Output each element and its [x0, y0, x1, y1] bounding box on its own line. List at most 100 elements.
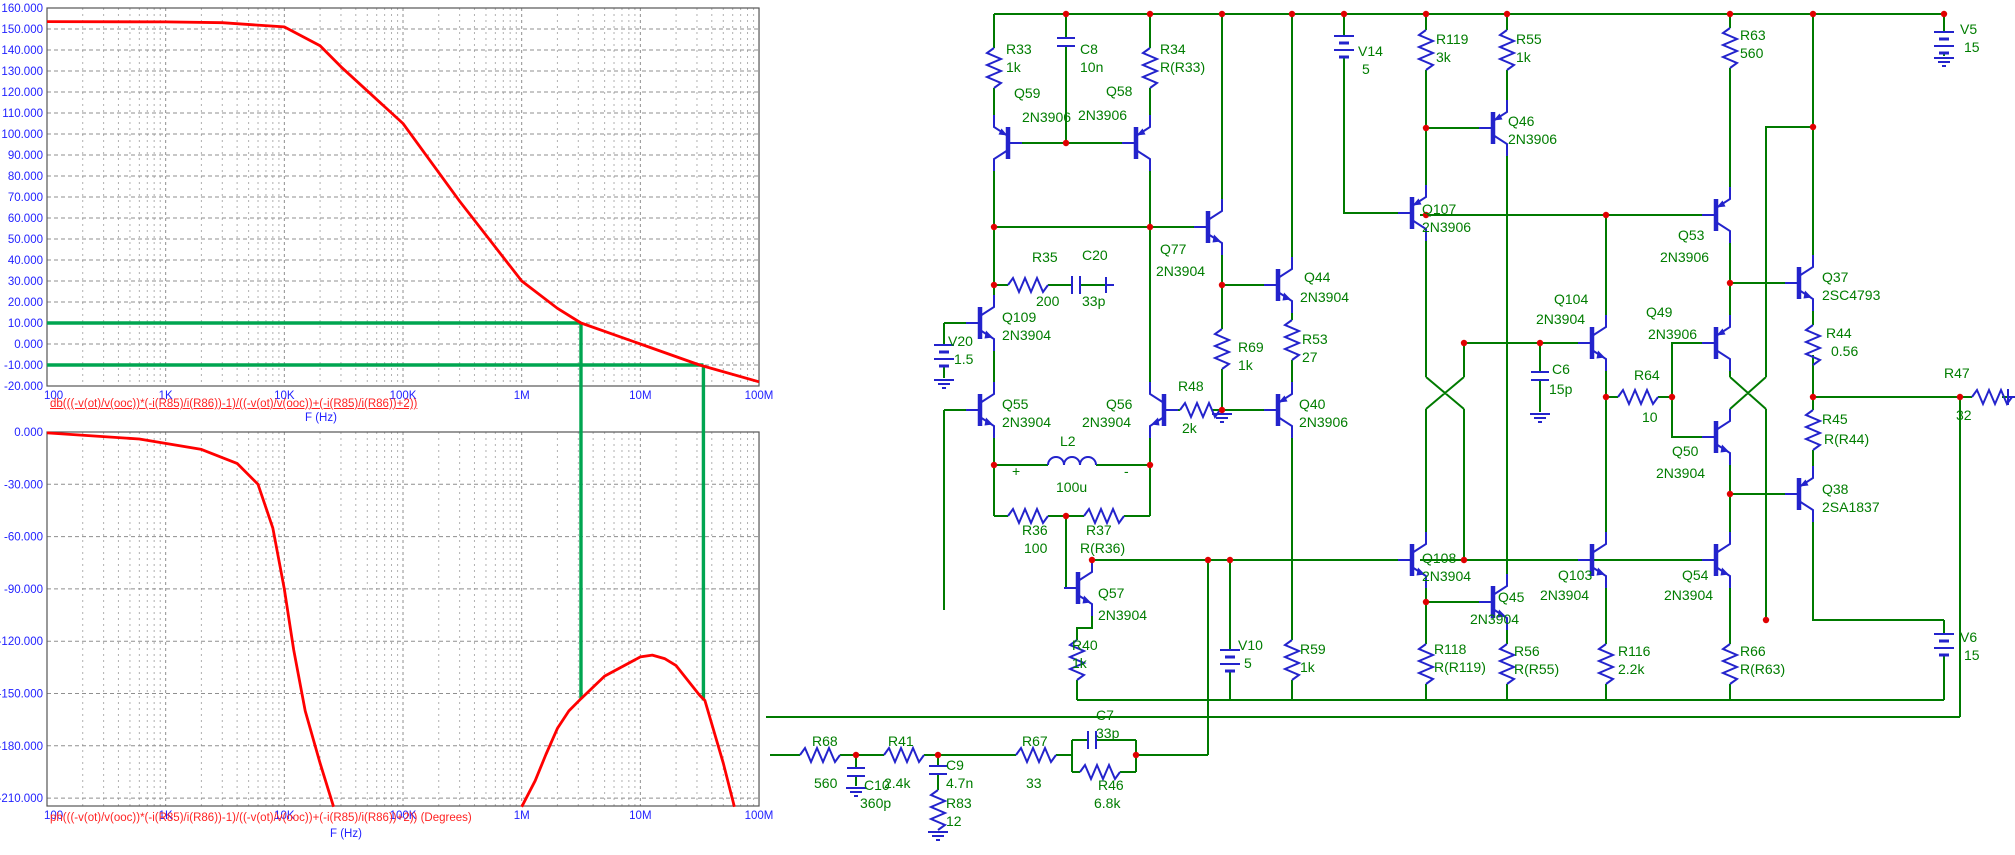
- component-label: 100u: [1056, 479, 1088, 495]
- component-label: R47: [1944, 365, 1970, 381]
- component-label: 2N3906: [1078, 107, 1128, 123]
- resistor-R116[interactable]: [1598, 643, 1614, 685]
- resistor-R37[interactable]: [1083, 508, 1125, 524]
- resistor-R41[interactable]: [883, 747, 925, 763]
- axis-tick-label: 50.000: [8, 234, 43, 246]
- transistor-Q57[interactable]: [1064, 560, 1092, 616]
- component-label: 15: [1964, 39, 1980, 55]
- resistor-R69[interactable]: [1214, 328, 1230, 370]
- junction-dots: [852, 10, 1964, 759]
- resistor-R56[interactable]: [1499, 643, 1515, 685]
- transistor-Q44[interactable]: [1264, 257, 1292, 313]
- component-label: R59: [1300, 641, 1326, 657]
- transistor-Q56[interactable]: [1150, 382, 1178, 438]
- axis-tick-label: 140.000: [1, 45, 43, 57]
- transistor-Q37[interactable]: [1785, 255, 1813, 311]
- component-label: 2N3904: [1082, 414, 1132, 430]
- component-label: C20: [1082, 247, 1108, 263]
- axis-tick-label: 30.000: [8, 276, 43, 288]
- component-label: +: [1012, 463, 1021, 479]
- component-label: 5: [1362, 61, 1370, 77]
- component-label: Q103: [1558, 567, 1593, 583]
- transistor-Q59[interactable]: [994, 115, 1022, 171]
- component-label: 2N3904: [1002, 327, 1052, 343]
- component-label: R66: [1740, 643, 1766, 659]
- component-label: 12: [946, 813, 962, 829]
- resistor-R119[interactable]: [1418, 29, 1434, 71]
- component-label: 15: [1964, 647, 1980, 663]
- component-label: 2SA1837: [1822, 499, 1880, 515]
- axis-tick-label: 0.000: [14, 339, 43, 351]
- component-label: R(R55): [1514, 661, 1560, 677]
- component-label: 32: [1956, 407, 1972, 423]
- transistor-Q53[interactable]: [1702, 187, 1730, 243]
- resistor-R35[interactable]: [1007, 277, 1049, 293]
- resistor-R55[interactable]: [1499, 29, 1515, 71]
- component-label: Q45: [1498, 589, 1525, 605]
- transistor-Q46[interactable]: [1479, 100, 1507, 156]
- component-label: 2N3904: [1098, 607, 1148, 623]
- resistor-R45[interactable]: [1805, 409, 1821, 451]
- resistor-R53[interactable]: [1284, 319, 1300, 361]
- resistor-R34[interactable]: [1142, 47, 1158, 89]
- component-label: Q104: [1554, 291, 1589, 307]
- ground-icon: [927, 831, 949, 841]
- resistor-R66[interactable]: [1722, 643, 1738, 685]
- transistor-Q55[interactable]: [966, 382, 994, 438]
- capacitor-C9[interactable]: [928, 765, 948, 775]
- resistor-R67[interactable]: [1015, 747, 1057, 763]
- axis-tick-label: 160.000: [1, 3, 43, 15]
- capacitor-C8[interactable]: [1056, 37, 1076, 47]
- transistor-Q49[interactable]: [1702, 315, 1730, 371]
- source-V10[interactable]: [1218, 648, 1242, 673]
- transistor-Q50[interactable]: [1702, 409, 1730, 465]
- circuit-simulator-window: 160.000 150.000 140.000 130.000 120.000 110.0…: [0, 0, 2015, 855]
- magnitude-caption: db(((-v(ot)/v(ooc))*(-i(R85)/i(R86))-1)/…: [50, 398, 418, 410]
- component-label: V14: [1358, 43, 1383, 59]
- component-label: R(R36): [1080, 540, 1126, 556]
- component-label: C6: [1552, 361, 1570, 377]
- source-V6[interactable]: [1932, 632, 1956, 657]
- axis-tick-label: 70.000: [8, 192, 43, 204]
- component-label: 33: [1026, 775, 1042, 791]
- transistor-Q58[interactable]: [1122, 115, 1150, 171]
- resistor-R63[interactable]: [1722, 27, 1738, 69]
- component-label: Q107: [1422, 201, 1457, 217]
- component-label: 560: [1740, 45, 1764, 61]
- resistor-R83[interactable]: [930, 789, 946, 831]
- component-label: 200: [1036, 293, 1060, 309]
- component-label: R55: [1516, 31, 1542, 47]
- axis-tick-label: 90.000: [8, 150, 43, 162]
- axis-tick-label: 0.000: [14, 427, 43, 439]
- capacitor-C6[interactable]: [1530, 371, 1550, 381]
- component-label: Q38: [1822, 481, 1849, 497]
- component-label: R35: [1032, 249, 1058, 265]
- capacitor-C20[interactable]: [1071, 275, 1081, 295]
- bode-plots-canvas[interactable]: 160.000 150.000 140.000 130.000 120.000 110.0…: [0, 0, 800, 855]
- capacitor-C10[interactable]: [846, 767, 866, 777]
- capacitor-C7[interactable]: [1087, 730, 1097, 750]
- component-label: 1k: [1300, 659, 1315, 675]
- transistor-Q77[interactable]: [1194, 199, 1222, 255]
- resistor-R36[interactable]: [1007, 508, 1049, 524]
- component-label: R48: [1178, 378, 1204, 394]
- component-label: V10: [1238, 637, 1263, 653]
- resistor-R118[interactable]: [1418, 643, 1434, 685]
- transistor-Q40[interactable]: [1264, 382, 1292, 438]
- axis-tick-label: -120.000: [0, 636, 43, 648]
- resistor-R68[interactable]: [799, 747, 841, 763]
- component-label: 2N3904: [1664, 587, 1714, 603]
- axis-tick-label: 40.000: [8, 255, 43, 267]
- resistor-R33[interactable]: [986, 47, 1002, 89]
- component-label: C7: [1096, 707, 1114, 723]
- resistor-R59[interactable]: [1284, 639, 1300, 681]
- transistor-Q38[interactable]: [1785, 466, 1813, 522]
- component-label: R69: [1238, 339, 1264, 355]
- inductor-L2[interactable]: [1047, 456, 1097, 466]
- source-V14[interactable]: [1332, 34, 1356, 59]
- resistor-R64[interactable]: [1617, 389, 1659, 405]
- component-label: Q55: [1002, 396, 1029, 412]
- component-label: R(R119): [1434, 659, 1486, 675]
- source-V5[interactable]: [1932, 30, 1956, 55]
- axis-tick-label: -30.000: [4, 479, 43, 491]
